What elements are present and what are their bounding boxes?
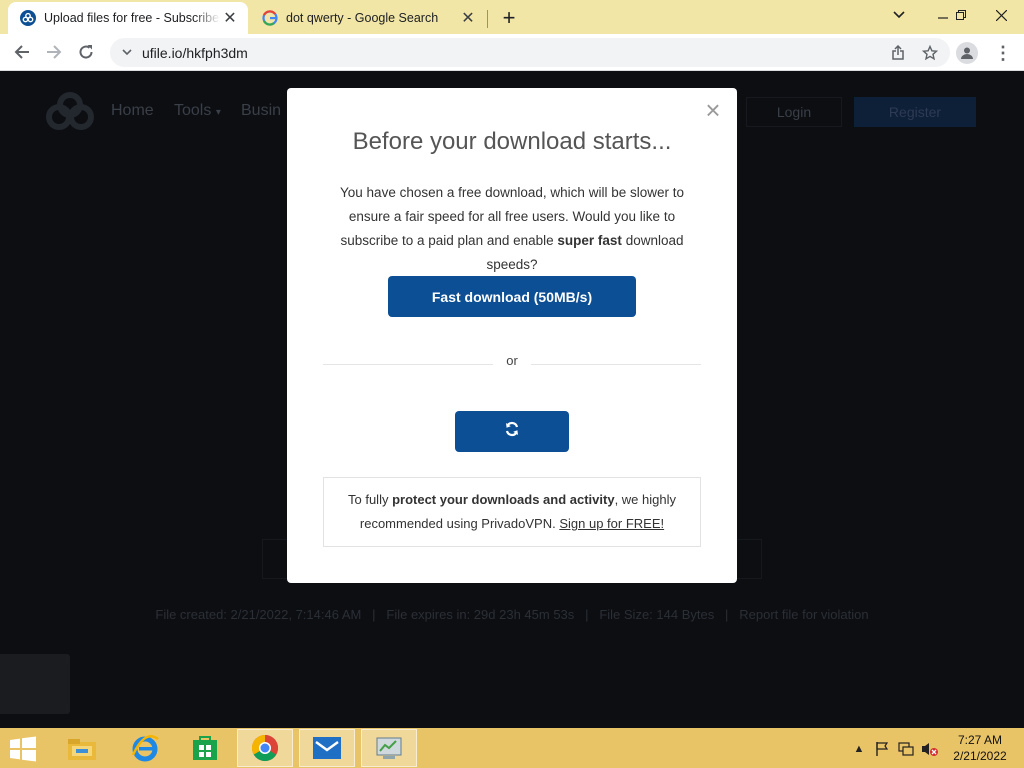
- volume-muted-icon[interactable]: [921, 740, 939, 758]
- tab-strip: Upload files for free - Subscribe t ✕ do…: [0, 0, 1024, 34]
- refresh-spinner-icon: [504, 421, 520, 442]
- clock-time: 7:27 AM: [957, 733, 1003, 747]
- slow-download-button[interactable]: [455, 411, 569, 452]
- taskbar: ▲ 7:27 AM 2/21/2022: [0, 728, 1024, 768]
- fast-download-button[interactable]: Fast download (50MB/s): [388, 276, 636, 317]
- system-clock[interactable]: 7:27 AM 2/21/2022: [940, 732, 1020, 764]
- tab-close-icon[interactable]: ✕: [458, 8, 478, 28]
- ufile-logo-icon[interactable]: [44, 91, 96, 131]
- clock-date: 2/21/2022: [953, 749, 1007, 763]
- tab-title: dot qwerty - Google Search: [286, 11, 439, 25]
- chrome-icon[interactable]: [237, 729, 293, 767]
- nav-tools[interactable]: Tools ▾: [174, 102, 221, 120]
- back-arrow-icon[interactable]: [8, 38, 36, 66]
- vpn-recommendation-box: To fully protect your downloads and acti…: [323, 477, 701, 547]
- login-button[interactable]: Login: [746, 97, 842, 127]
- close-window-icon[interactable]: [978, 0, 1024, 30]
- download-modal: × Before your download starts... You hav…: [287, 88, 737, 583]
- restore-window-icon[interactable]: [944, 0, 978, 30]
- url-text: ufile.io/hkfph3dm: [142, 45, 248, 61]
- vpn-signup-link[interactable]: Sign up for FREE!: [559, 516, 664, 531]
- profile-avatar-icon[interactable]: [956, 42, 978, 64]
- file-info-bar: File created: 2/21/2022, 7:14:46 AM | Fi…: [155, 607, 869, 622]
- tab-google-search[interactable]: dot qwerty - Google Search ✕: [250, 2, 486, 34]
- google-icon: [262, 10, 278, 26]
- mail-icon[interactable]: [299, 729, 355, 767]
- store-icon[interactable]: [177, 729, 233, 767]
- tab-close-icon[interactable]: ✕: [220, 8, 240, 28]
- tab-separator: [487, 10, 488, 28]
- internet-explorer-icon[interactable]: [117, 729, 173, 767]
- tab-title: Upload files for free - Subscribe t: [44, 11, 220, 25]
- forward-arrow-icon[interactable]: [40, 38, 68, 66]
- modal-description: You have chosen a free download, which w…: [319, 181, 705, 277]
- browser-toolbar: ufile.io/hkfph3dm ⋮: [0, 34, 1024, 71]
- windows-start-icon[interactable]: [8, 735, 38, 763]
- address-bar[interactable]: ufile.io/hkfph3dm: [110, 38, 950, 67]
- new-tab-button[interactable]: +: [497, 5, 521, 30]
- ufile-icon: [20, 10, 36, 26]
- nav-home[interactable]: Home: [111, 102, 154, 120]
- action-center-flag-icon[interactable]: [873, 740, 891, 758]
- reload-icon[interactable]: [72, 38, 100, 66]
- show-hidden-icons-icon[interactable]: ▲: [850, 740, 868, 758]
- recaptcha-badge: [0, 654, 70, 714]
- bookmark-star-icon[interactable]: [920, 43, 940, 63]
- divider-right: [531, 364, 701, 365]
- register-button[interactable]: Register: [854, 97, 976, 127]
- network-icon[interactable]: [897, 740, 915, 758]
- nav-tools-label: Tools: [174, 102, 212, 119]
- or-separator: or: [506, 353, 518, 368]
- modal-close-icon[interactable]: ×: [703, 97, 723, 123]
- tab-search-chevron-icon[interactable]: [882, 0, 916, 30]
- tab-ufile[interactable]: Upload files for free - Subscribe t ✕: [8, 2, 248, 34]
- chevron-down-icon: ▾: [215, 107, 221, 118]
- share-icon[interactable]: [888, 43, 908, 63]
- control-panel-icon[interactable]: [361, 729, 417, 767]
- site-info-chevron-icon[interactable]: [120, 45, 134, 59]
- desc-bold-text: super fast: [557, 233, 622, 248]
- browser-menu-icon[interactable]: ⋮: [993, 42, 1013, 64]
- vpn-bold-text: protect your downloads and activity: [392, 492, 615, 507]
- modal-title: Before your download starts...: [352, 128, 672, 155]
- file-explorer-icon[interactable]: [54, 729, 110, 767]
- vpn-text: To fully: [348, 492, 393, 507]
- nav-business[interactable]: Busin: [241, 102, 281, 120]
